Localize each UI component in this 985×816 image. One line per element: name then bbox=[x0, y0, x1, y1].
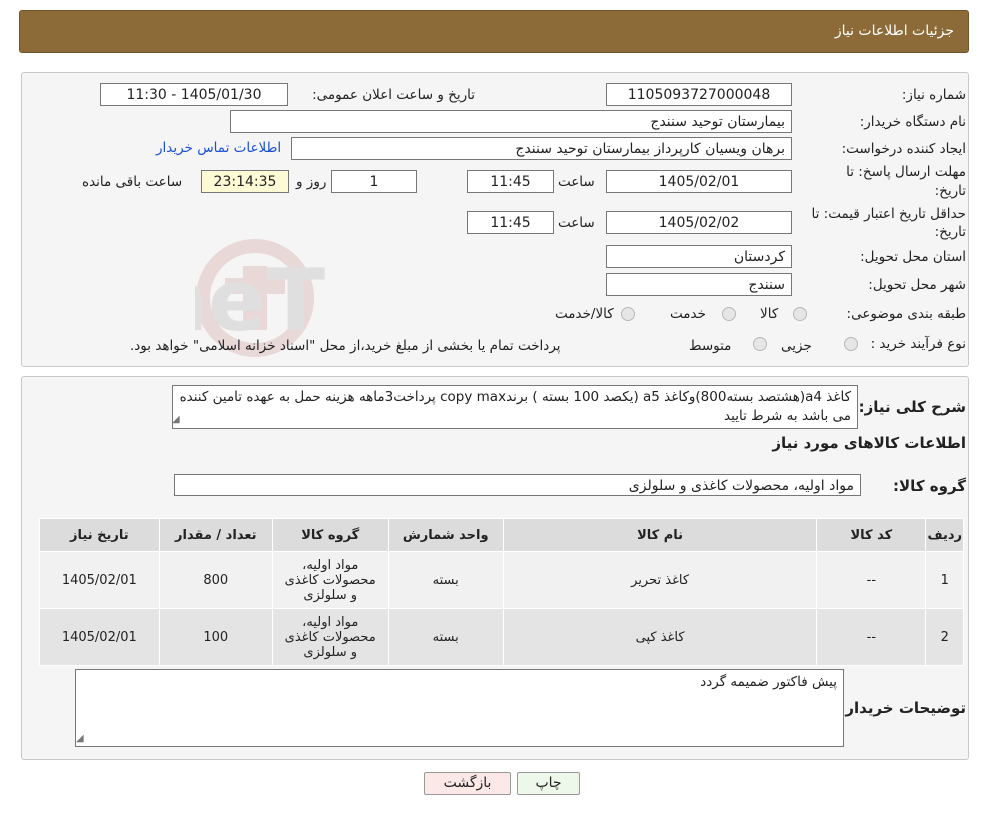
summary-textarea[interactable]: کاغذ a4(هشتصد بسته800)وکاغذ a5 (یکصد 100… bbox=[172, 385, 858, 429]
resize-handle-icon: ◢ bbox=[172, 414, 180, 425]
city-field: سنندج bbox=[606, 273, 792, 296]
col-header-date: تاریخ نیاز bbox=[39, 518, 160, 552]
goods-table: ردیف کد کالا نام کالا واحد شمارش گروه کا… bbox=[39, 518, 964, 666]
cell-qty: 100 bbox=[158, 608, 273, 666]
process-label: نوع فرآیند خرید : bbox=[870, 336, 966, 352]
col-header-name: نام کالا bbox=[502, 518, 818, 552]
need-number-field: 1105093727000048 bbox=[606, 83, 792, 106]
announce-label: تاریخ و ساعت اعلان عمومی: bbox=[312, 87, 475, 103]
summary-label: شرح کلی نیاز: bbox=[858, 398, 966, 416]
buyer-org-field: بیمارستان توحید سنندج bbox=[230, 110, 792, 133]
buyer-notes-textarea[interactable]: پیش فاکتور ضمیمه گردد bbox=[75, 669, 844, 747]
table-header-row: ردیف کد کالا نام کالا واحد شمارش گروه کا… bbox=[39, 518, 964, 552]
resize-handle-icon: ◢ bbox=[76, 733, 84, 744]
creator-label: ایجاد کننده درخواست: bbox=[841, 141, 966, 157]
buyer-org-label: نام دستگاه خریدار: bbox=[859, 114, 966, 130]
cell-name: کاغذ کپی bbox=[502, 608, 818, 666]
announce-field: 1405/01/30 - 11:30 bbox=[100, 83, 288, 106]
process-radio-medium[interactable] bbox=[753, 337, 767, 351]
category-radio-goods-service[interactable] bbox=[621, 307, 635, 321]
cell-qty: 800 bbox=[158, 551, 273, 609]
page-header: جزئیات اطلاعات نیاز bbox=[19, 10, 969, 53]
category-radio-service[interactable] bbox=[722, 307, 736, 321]
category-option-goods: کالا bbox=[760, 306, 779, 322]
goods-group-label: گروه کالا: bbox=[893, 477, 966, 495]
goods-info-title: اطلاعات کالاهای مورد نیاز bbox=[772, 434, 966, 452]
page-title: جزئیات اطلاعات نیاز bbox=[834, 23, 954, 39]
cell-date: 1405/02/01 bbox=[39, 551, 160, 609]
cell-code: -- bbox=[816, 608, 927, 666]
process-option-medium: متوسط bbox=[689, 338, 732, 354]
table-row: 2 -- کاغذ کپی بسته مواد اولیه، محصولات ک… bbox=[39, 608, 964, 666]
deadline-label: مهلت ارسال پاسخ: تا bbox=[846, 164, 966, 180]
cell-date: 1405/02/01 bbox=[39, 608, 160, 666]
cell-row-number: 2 bbox=[925, 608, 964, 666]
need-number-label: شماره نیاز: bbox=[901, 87, 966, 103]
cell-group: مواد اولیه، محصولات کاغذی و سلولزی bbox=[271, 551, 389, 609]
validity-date-field: 1405/02/02 bbox=[606, 211, 792, 234]
cell-name: کاغذ تحریر bbox=[502, 551, 818, 609]
table-row: 1 -- کاغذ تحریر بسته مواد اولیه، محصولات… bbox=[39, 551, 964, 609]
province-label: استان محل تحویل: bbox=[860, 249, 966, 265]
buyer-notes-label: توضیحات خریدار: bbox=[839, 699, 966, 717]
back-button[interactable]: بازگشت bbox=[424, 772, 511, 795]
col-header-row-number: ردیف bbox=[925, 518, 964, 552]
col-header-code: کد کالا bbox=[816, 518, 927, 552]
cell-unit: بسته bbox=[387, 608, 504, 666]
cell-group: مواد اولیه، محصولات کاغذی و سلولزی bbox=[271, 608, 389, 666]
print-button[interactable]: چاپ bbox=[517, 772, 580, 795]
remaining-time-label: ساعت باقی مانده bbox=[82, 174, 183, 190]
cell-row-number: 1 bbox=[925, 551, 964, 609]
col-header-qty: تعداد / مقدار bbox=[158, 518, 273, 552]
category-option-service: خدمت bbox=[670, 306, 706, 322]
deadline-date-field: 1405/02/01 bbox=[606, 170, 792, 193]
cell-code: -- bbox=[816, 551, 927, 609]
validity-label-2: تاریخ: bbox=[934, 224, 966, 240]
remaining-time-field: 23:14:35 bbox=[201, 170, 289, 193]
process-note: پرداخت تمام یا بخشی از مبلغ خرید،از محل … bbox=[130, 338, 561, 354]
category-label: طبقه بندی موضوعی: bbox=[846, 306, 966, 322]
deadline-time-field: 11:45 bbox=[467, 170, 554, 193]
buyer-contact-link[interactable]: اطلاعات تماس خریدار bbox=[156, 140, 281, 156]
col-header-group: گروه کالا bbox=[271, 518, 389, 552]
validity-time-label: ساعت bbox=[558, 215, 595, 231]
validity-label: حداقل تاریخ اعتبار قیمت: تا bbox=[811, 206, 966, 222]
category-radio-goods[interactable] bbox=[793, 307, 807, 321]
city-label: شهر محل تحویل: bbox=[868, 277, 966, 293]
days-label: روز و bbox=[296, 174, 327, 190]
col-header-unit: واحد شمارش bbox=[387, 518, 504, 552]
deadline-label-2: تاریخ: bbox=[934, 183, 966, 199]
province-field: کردستان bbox=[606, 245, 792, 268]
process-radio-minor[interactable] bbox=[844, 337, 858, 351]
days-remaining-field: 1 bbox=[331, 170, 417, 193]
creator-field: برهان ویسیان کارپرداز بیمارستان توحید سن… bbox=[291, 137, 792, 160]
goods-group-field: مواد اولیه، محصولات کاغذی و سلولزی bbox=[174, 474, 861, 496]
validity-time-field: 11:45 bbox=[467, 211, 554, 234]
deadline-time-label: ساعت bbox=[558, 174, 595, 190]
category-option-goods-service: کالا/خدمت bbox=[555, 306, 614, 322]
cell-unit: بسته bbox=[387, 551, 504, 609]
process-option-minor: جزیی bbox=[781, 338, 812, 354]
